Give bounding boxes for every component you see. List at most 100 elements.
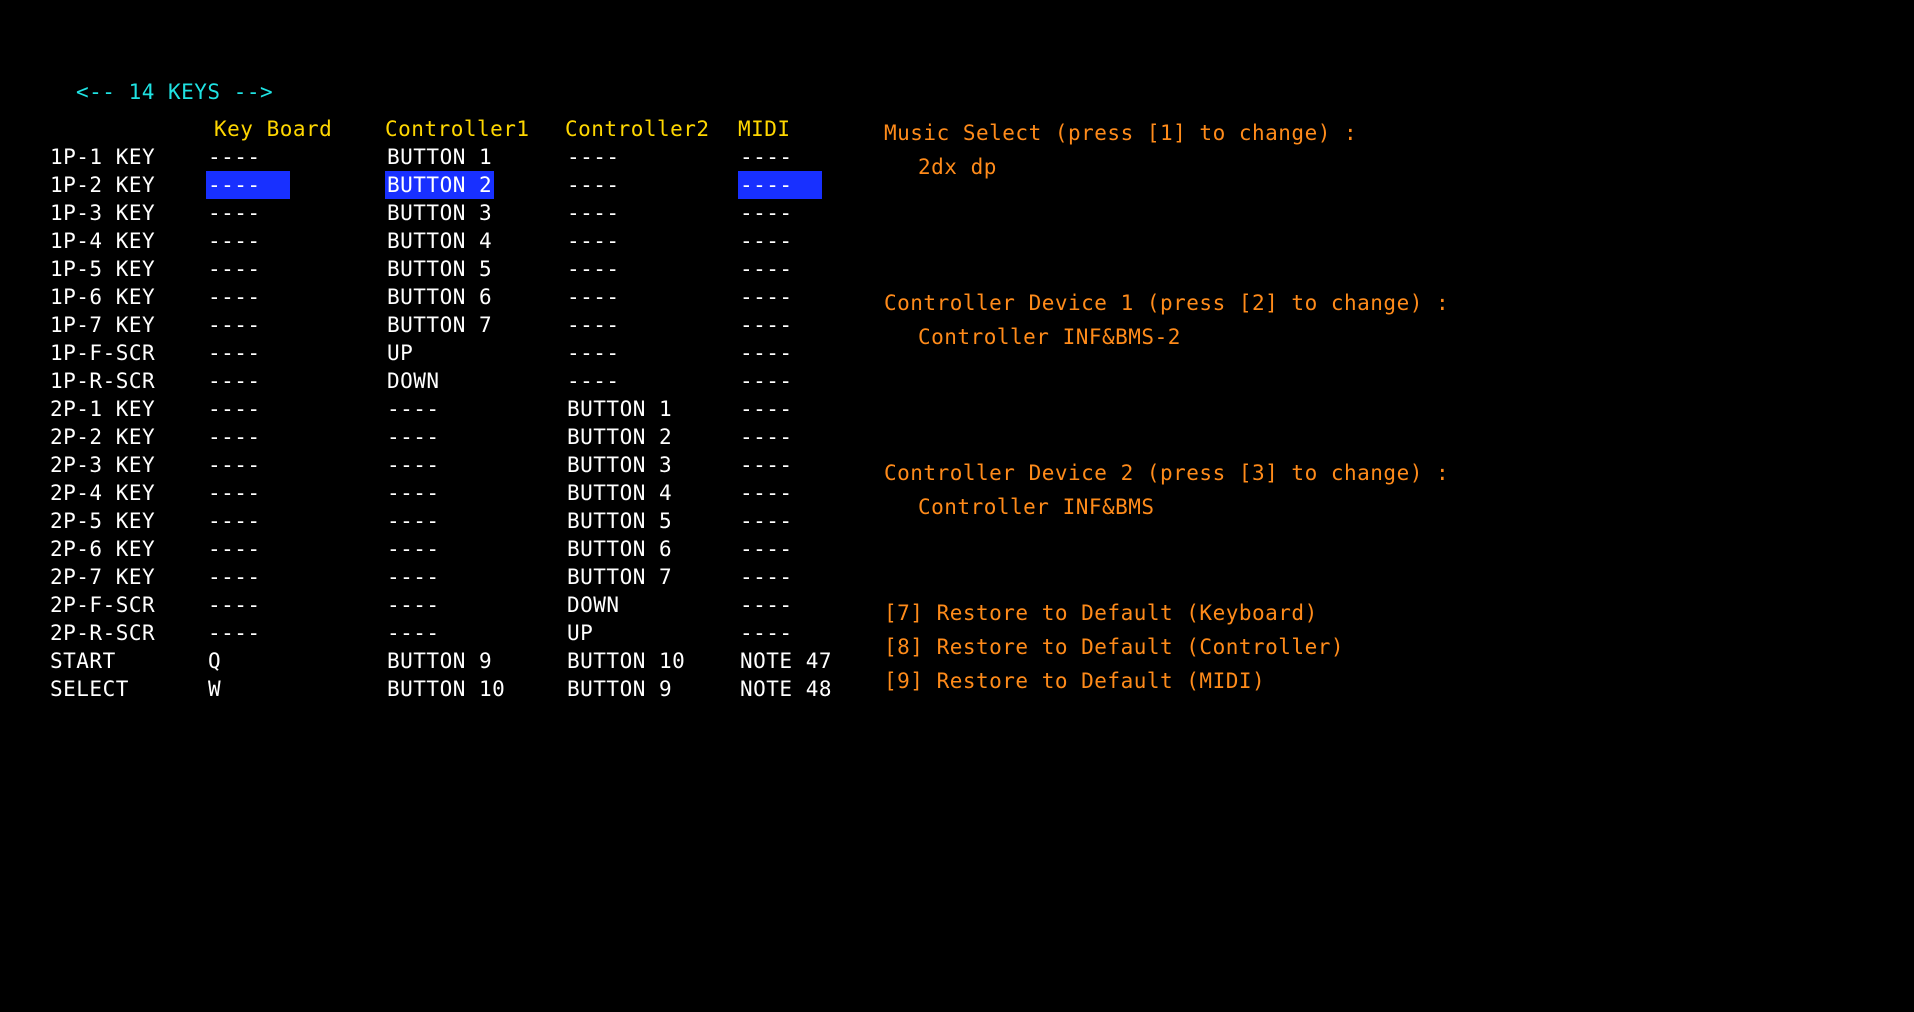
table-row[interactable]: 2P-3 KEY--------BUTTON 3---- <box>48 451 858 479</box>
cell-c1[interactable]: BUTTON 2 <box>385 171 565 199</box>
cell-kb[interactable]: ---- <box>206 423 385 451</box>
table-row[interactable]: 1P-7 KEY----BUTTON 7-------- <box>48 311 858 339</box>
cell-c1[interactable]: ---- <box>385 423 565 451</box>
cell-c1[interactable]: ---- <box>385 395 565 423</box>
cell-midi[interactable]: ---- <box>738 227 858 255</box>
cell-midi[interactable]: ---- <box>738 143 858 171</box>
cell-c1[interactable]: BUTTON 9 <box>385 647 565 675</box>
cell-c2[interactable]: ---- <box>565 255 738 283</box>
cell-kb[interactable]: ---- <box>206 227 385 255</box>
cell-kb[interactable]: ---- <box>206 199 385 227</box>
cell-c2[interactable]: ---- <box>565 311 738 339</box>
cell-kb[interactable]: ---- <box>206 507 385 535</box>
cell-kb[interactable]: ---- <box>206 367 385 395</box>
cell-c1[interactable]: ---- <box>385 591 565 619</box>
table-row[interactable]: 2P-2 KEY--------BUTTON 2---- <box>48 423 858 451</box>
cell-c1[interactable]: UP <box>385 339 565 367</box>
cell-kb[interactable]: ---- <box>206 619 385 647</box>
cell-c1[interactable]: BUTTON 4 <box>385 227 565 255</box>
cell-c1[interactable]: BUTTON 1 <box>385 143 565 171</box>
cell-c2[interactable]: ---- <box>565 283 738 311</box>
cell-c2[interactable]: BUTTON 7 <box>565 563 738 591</box>
cell-kb[interactable]: Q <box>206 647 385 675</box>
cell-kb[interactable]: ---- <box>206 339 385 367</box>
cell-midi[interactable]: ---- <box>738 591 858 619</box>
cell-c1[interactable]: ---- <box>385 563 565 591</box>
cell-c2[interactable]: ---- <box>565 199 738 227</box>
table-row[interactable]: 1P-F-SCR----UP-------- <box>48 339 858 367</box>
cell-c2[interactable]: BUTTON 9 <box>565 675 738 703</box>
cell-midi[interactable]: ---- <box>738 423 858 451</box>
cell-c2[interactable]: ---- <box>565 143 738 171</box>
cell-c2[interactable]: ---- <box>565 339 738 367</box>
table-row[interactable]: 2P-F-SCR--------DOWN---- <box>48 591 858 619</box>
cell-kb[interactable]: ---- <box>206 563 385 591</box>
cell-c2[interactable]: BUTTON 10 <box>565 647 738 675</box>
cell-kb[interactable]: ---- <box>206 283 385 311</box>
cell-c1[interactable]: ---- <box>385 479 565 507</box>
controller2-block[interactable]: Controller Device 2 (press [3] to change… <box>884 456 1449 524</box>
restore-keyboard[interactable]: [7] Restore to Default (Keyboard) <box>884 596 1449 630</box>
cell-c2[interactable]: ---- <box>565 171 738 199</box>
table-row[interactable]: 2P-7 KEY--------BUTTON 7---- <box>48 563 858 591</box>
table-row[interactable]: 1P-4 KEY----BUTTON 4-------- <box>48 227 858 255</box>
cell-c2[interactable]: BUTTON 1 <box>565 395 738 423</box>
cell-midi[interactable]: ---- <box>738 311 858 339</box>
cell-c1[interactable]: ---- <box>385 451 565 479</box>
cell-midi[interactable]: ---- <box>738 283 858 311</box>
table-row[interactable]: 2P-4 KEY--------BUTTON 4---- <box>48 479 858 507</box>
cell-c1[interactable]: ---- <box>385 619 565 647</box>
cell-c1[interactable]: ---- <box>385 535 565 563</box>
cell-kb[interactable]: ---- <box>206 311 385 339</box>
cell-midi[interactable]: NOTE 48 <box>738 675 858 703</box>
cell-kb[interactable]: ---- <box>206 143 385 171</box>
table-row[interactable]: 1P-5 KEY----BUTTON 5-------- <box>48 255 858 283</box>
restore-controller[interactable]: [8] Restore to Default (Controller) <box>884 630 1449 664</box>
table-row[interactable]: 1P-2 KEY----BUTTON 2-------- <box>48 171 858 199</box>
cell-c2[interactable]: BUTTON 5 <box>565 507 738 535</box>
cell-midi[interactable]: ---- <box>738 171 858 199</box>
table-row[interactable]: STARTQBUTTON 9BUTTON 10NOTE 47 <box>48 647 858 675</box>
table-row[interactable]: 1P-6 KEY----BUTTON 6-------- <box>48 283 858 311</box>
table-row[interactable]: 2P-6 KEY--------BUTTON 6---- <box>48 535 858 563</box>
cell-midi[interactable]: ---- <box>738 367 858 395</box>
cell-midi[interactable]: ---- <box>738 199 858 227</box>
cell-c2[interactable]: ---- <box>565 227 738 255</box>
music-select-block[interactable]: Music Select (press [1] to change) : 2dx… <box>884 116 1449 184</box>
cell-midi[interactable]: ---- <box>738 479 858 507</box>
cell-c1[interactable]: BUTTON 5 <box>385 255 565 283</box>
cell-c2[interactable]: BUTTON 3 <box>565 451 738 479</box>
cell-midi[interactable]: ---- <box>738 395 858 423</box>
cell-c1[interactable]: BUTTON 3 <box>385 199 565 227</box>
cell-c2[interactable]: ---- <box>565 367 738 395</box>
cell-midi[interactable]: ---- <box>738 619 858 647</box>
cell-midi[interactable]: NOTE 47 <box>738 647 858 675</box>
cell-c2[interactable]: UP <box>565 619 738 647</box>
cell-c2[interactable]: BUTTON 6 <box>565 535 738 563</box>
cell-c1[interactable]: ---- <box>385 507 565 535</box>
table-row[interactable]: 1P-1 KEY----BUTTON 1-------- <box>48 143 858 171</box>
cell-c1[interactable]: BUTTON 6 <box>385 283 565 311</box>
cell-midi[interactable]: ---- <box>738 339 858 367</box>
cell-midi[interactable]: ---- <box>738 563 858 591</box>
cell-kb[interactable]: ---- <box>206 535 385 563</box>
table-row[interactable]: 2P-5 KEY--------BUTTON 5---- <box>48 507 858 535</box>
cell-kb[interactable]: ---- <box>206 451 385 479</box>
cell-kb[interactable]: ---- <box>206 171 385 199</box>
table-row[interactable]: SELECTWBUTTON 10BUTTON 9NOTE 48 <box>48 675 858 703</box>
cell-c1[interactable]: DOWN <box>385 367 565 395</box>
cell-c2[interactable]: DOWN <box>565 591 738 619</box>
table-row[interactable]: 1P-R-SCR----DOWN-------- <box>48 367 858 395</box>
cell-c1[interactable]: BUTTON 7 <box>385 311 565 339</box>
table-row[interactable]: 1P-3 KEY----BUTTON 3-------- <box>48 199 858 227</box>
cell-kb[interactable]: ---- <box>206 395 385 423</box>
cell-c2[interactable]: BUTTON 2 <box>565 423 738 451</box>
cell-kb[interactable]: ---- <box>206 591 385 619</box>
cell-midi[interactable]: ---- <box>738 451 858 479</box>
table-row[interactable]: 2P-R-SCR--------UP---- <box>48 619 858 647</box>
controller1-block[interactable]: Controller Device 1 (press [2] to change… <box>884 286 1449 354</box>
cell-midi[interactable]: ---- <box>738 535 858 563</box>
cell-kb[interactable]: ---- <box>206 255 385 283</box>
cell-c2[interactable]: BUTTON 4 <box>565 479 738 507</box>
cell-kb[interactable]: ---- <box>206 479 385 507</box>
